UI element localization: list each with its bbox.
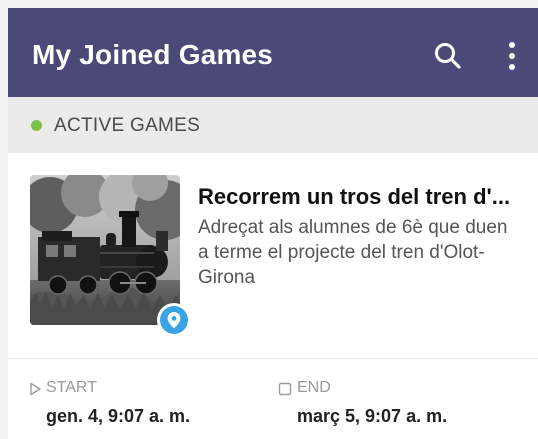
- start-label: START: [46, 379, 97, 396]
- steam-locomotive-photo: [30, 175, 180, 325]
- play-outline-icon: [30, 382, 41, 396]
- game-card[interactable]: Recorrem un tros del tren d'... Adreçat …: [8, 153, 538, 439]
- start-value: gen. 4, 9:07 a. m.: [46, 406, 191, 426]
- end-label: END: [297, 379, 331, 396]
- game-description: Adreçat als alumnes de 6è que duen a ter…: [198, 217, 508, 288]
- app-bar: My Joined Games: [8, 8, 538, 97]
- stop-outline-icon: [278, 382, 292, 396]
- more-vertical-icon[interactable]: [494, 36, 530, 76]
- search-icon[interactable]: [428, 36, 468, 76]
- section-label: ACTIVE GAMES: [54, 115, 201, 136]
- location-pin-icon: [167, 312, 181, 329]
- game-title[interactable]: Recorrem un tros del tren d'...: [198, 183, 528, 211]
- location-badge: [157, 303, 191, 337]
- app-screen: My Joined Games ACTIVE GAMES Recorrem un…: [8, 8, 538, 439]
- section-header-active-games: ACTIVE GAMES: [8, 97, 538, 153]
- page-title: My Joined Games: [32, 39, 274, 70]
- end-value: març 5, 9:07 a. m.: [297, 406, 448, 426]
- card-divider: [8, 358, 538, 359]
- game-thumbnail[interactable]: [30, 175, 191, 337]
- active-status-dot: [31, 120, 42, 131]
